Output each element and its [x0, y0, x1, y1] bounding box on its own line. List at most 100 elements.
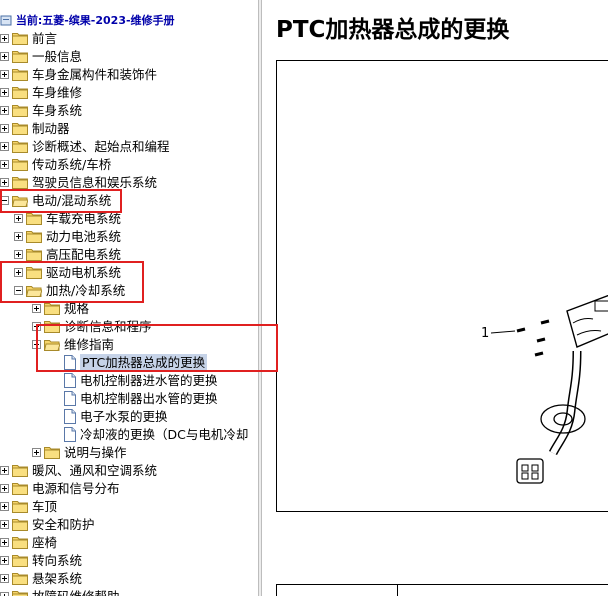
figure-callout-label: 1	[481, 326, 489, 341]
tree-item-label: 驱动电机系统	[46, 265, 122, 280]
folder-icon	[12, 536, 28, 549]
tree-item-label: 安全和防护	[32, 517, 95, 532]
folder-open-icon	[25, 284, 43, 297]
tree-page-selected[interactable]: PTC加热器总成的更换	[0, 354, 258, 372]
tree-item-label: 电动/混动系统	[32, 193, 112, 208]
tree-item-label: 维修指南	[64, 337, 115, 352]
expand-icon[interactable]	[32, 322, 41, 331]
tree-item-label: 前言	[32, 31, 58, 46]
collapse-icon[interactable]	[32, 340, 41, 349]
folder-icon	[26, 248, 42, 261]
tree-item[interactable]: 悬架系统	[0, 570, 258, 588]
expand-icon[interactable]	[0, 52, 9, 61]
expand-icon[interactable]	[0, 106, 9, 115]
tree-item-heating[interactable]: 加热/冷却系统	[0, 282, 258, 300]
tree-item-label: 传动系统/车桥	[32, 157, 112, 172]
tree-item[interactable]: 车顶	[0, 498, 258, 516]
tree-item[interactable]: 车身系统	[0, 102, 258, 120]
expand-icon[interactable]	[0, 160, 9, 169]
expand-icon[interactable]	[14, 232, 23, 241]
tree-item[interactable]: 电源和信号分布	[0, 480, 258, 498]
tree-page[interactable]: 冷却液的更换（DC与电机冷却	[0, 426, 258, 444]
tree-item-label: 座椅	[32, 535, 58, 550]
collapse-icon[interactable]	[0, 196, 9, 205]
tree-item-label: 加热/冷却系统	[46, 283, 126, 298]
page-title: PTC加热器总成的更换	[276, 17, 510, 43]
tree-item[interactable]: 转向系统	[0, 552, 258, 570]
tree-page[interactable]: 电机控制器出水管的更换	[0, 390, 258, 408]
tree-item[interactable]: 驱动电机系统	[0, 264, 258, 282]
expand-icon[interactable]	[0, 34, 9, 43]
expand-icon[interactable]	[0, 466, 9, 475]
tree-item[interactable]: 暖风、通风和空调系统	[0, 462, 258, 480]
tree-item[interactable]: 动力电池系统	[0, 228, 258, 246]
tree-item-label: 诊断概述、起始点和编程	[32, 139, 170, 154]
expand-icon[interactable]	[0, 592, 9, 596]
tree-item[interactable]: 座椅	[0, 534, 258, 552]
tree-item[interactable]: 传动系统/车桥	[0, 156, 258, 174]
tree-item[interactable]: 一般信息	[0, 48, 258, 66]
tree-page[interactable]: 电机控制器进水管的更换	[0, 372, 258, 390]
tree-item[interactable]: 高压配电系统	[0, 246, 258, 264]
tree-item-label: 电子水泵的更换	[80, 409, 168, 424]
tree-item-label: 规格	[64, 301, 90, 316]
tree-item-label: 诊断信息和程序	[64, 319, 152, 334]
tree-item[interactable]: 规格	[0, 300, 258, 318]
tree-item-label: 制动器	[32, 121, 70, 136]
folder-icon	[12, 590, 28, 596]
tree-item[interactable]: 车身金属构件和装饰件	[0, 66, 258, 84]
breadcrumb-text: 当前:五菱-缤果-2023-维修手册	[15, 14, 175, 27]
tree-item[interactable]: 故障码维修帮助	[0, 588, 258, 596]
tree-item-label: 电源和信号分布	[32, 481, 120, 496]
expand-icon[interactable]	[0, 70, 9, 79]
folder-icon	[12, 68, 28, 81]
tree-item[interactable]: 诊断信息和程序	[0, 318, 258, 336]
tree-item[interactable]: 车载充电系统	[0, 210, 258, 228]
expand-icon[interactable]	[14, 214, 23, 223]
tree-item-label: 电机控制器进水管的更换	[80, 373, 218, 388]
content-pane: PTC加热器总成的更换 1	[262, 0, 608, 596]
expand-icon[interactable]	[0, 556, 9, 565]
folder-icon	[44, 320, 60, 333]
expand-icon[interactable]	[0, 178, 9, 187]
tree-item-label: 车载充电系统	[46, 211, 122, 226]
tree-item[interactable]: 说明与操作	[0, 444, 258, 462]
tree-item[interactable]: 前言	[0, 30, 258, 48]
page-icon	[64, 373, 76, 388]
expand-icon[interactable]	[0, 520, 9, 529]
tree-item[interactable]: 驾驶员信息和娱乐系统	[0, 174, 258, 192]
expand-icon[interactable]	[0, 124, 9, 133]
expand-icon[interactable]	[0, 538, 9, 547]
tree-item-repair-guide[interactable]: 维修指南	[0, 336, 258, 354]
folder-icon	[26, 212, 42, 225]
tree-item-label: PTC加热器总成的更换	[80, 354, 208, 372]
home-icon	[0, 15, 12, 26]
tree-item[interactable]: 安全和防护	[0, 516, 258, 534]
expand-icon[interactable]	[0, 574, 9, 583]
folder-icon	[12, 158, 28, 171]
tree-item[interactable]: 制动器	[0, 120, 258, 138]
parts-table	[276, 584, 608, 596]
tree-page[interactable]: 电子水泵的更换	[0, 408, 258, 426]
expand-icon[interactable]	[32, 304, 41, 313]
expand-icon[interactable]	[0, 142, 9, 151]
expand-icon[interactable]	[14, 250, 23, 259]
folder-icon	[12, 176, 28, 189]
tree-item-label: 高压配电系统	[46, 247, 122, 262]
expand-icon[interactable]	[14, 268, 23, 277]
tree-item[interactable]: 诊断概述、起始点和编程	[0, 138, 258, 156]
folder-icon	[12, 140, 28, 153]
expand-icon[interactable]	[0, 502, 9, 511]
tree-item-electric[interactable]: 电动/混动系统	[0, 192, 258, 210]
expand-icon[interactable]	[0, 484, 9, 493]
folder-icon	[12, 464, 28, 477]
tree-item-label: 暖风、通风和空调系统	[32, 463, 158, 478]
ptc-heater-illustration: 1	[481, 294, 608, 484]
tree-item-label: 一般信息	[32, 49, 83, 64]
expand-icon[interactable]	[0, 88, 9, 97]
folder-icon	[12, 86, 28, 99]
tree-item[interactable]: 车身维修	[0, 84, 258, 102]
navigation-tree: 当前:五菱-缤果-2023-维修手册 前言 一般信息 车身金属构件和装饰件 车身维修车…	[0, 0, 258, 596]
collapse-icon[interactable]	[14, 286, 23, 295]
expand-icon[interactable]	[32, 448, 41, 457]
